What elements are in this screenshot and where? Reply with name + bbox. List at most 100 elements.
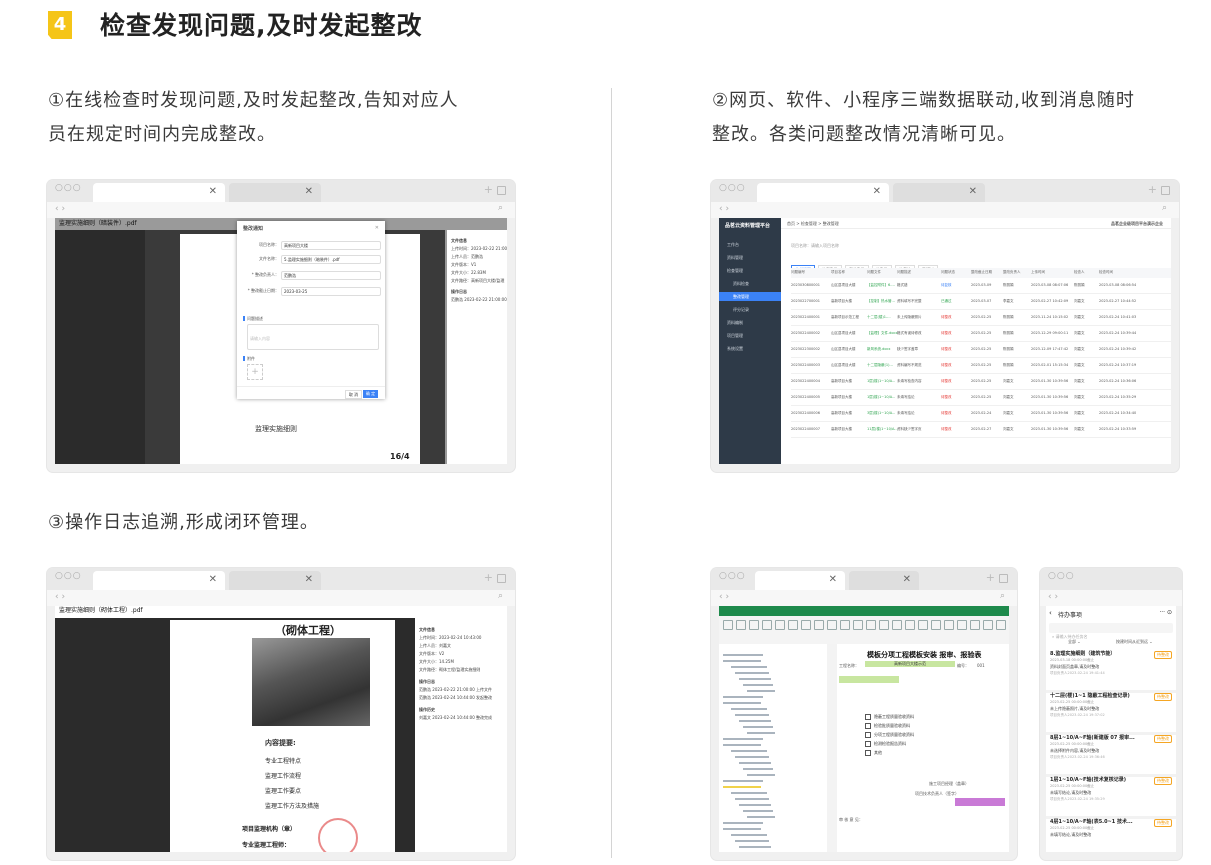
sidebar-item[interactable]: 资料管理 (719, 253, 781, 262)
tree-node[interactable] (723, 780, 763, 782)
tree-node[interactable] (735, 756, 769, 758)
sidebar-item[interactable]: 资料编制 (719, 318, 781, 327)
tree-node[interactable] (723, 696, 763, 698)
toolbar-icon[interactable] (944, 620, 954, 630)
sidebar-item[interactable]: 工作台 (719, 240, 781, 249)
checkbox-row[interactable]: 其他 (865, 750, 882, 756)
toolbar-icon[interactable] (749, 620, 759, 630)
field-input[interactable]: 5.监理实施细则（暗装件）.pdf (281, 255, 381, 264)
tree-node[interactable] (731, 750, 767, 752)
checkbox[interactable] (865, 741, 871, 747)
sidebar-item[interactable]: 检查管理 (719, 266, 781, 275)
window-controls-icon[interactable]: ○○○ (1048, 571, 1075, 581)
toolbar-icon[interactable] (827, 620, 837, 630)
tree-node[interactable] (743, 768, 773, 770)
tree-node[interactable] (747, 690, 775, 692)
tree-node[interactable] (739, 678, 771, 680)
window-restore-icon[interactable] (1161, 186, 1170, 195)
tree-node[interactable] (723, 786, 761, 788)
window-restore-icon[interactable] (999, 574, 1008, 583)
tree-node[interactable] (731, 834, 767, 836)
toolbar-icon[interactable] (866, 620, 876, 630)
checkbox[interactable] (865, 723, 871, 729)
back-forward-icon[interactable]: ‹ › (55, 204, 65, 214)
tree-node[interactable] (747, 816, 775, 818)
tree-node[interactable] (731, 666, 767, 668)
sidebar-item[interactable]: 项目管理 (719, 331, 781, 340)
table-cell[interactable]: 十二层(楼)1-... (867, 315, 891, 320)
close-icon[interactable]: ✕ (375, 225, 379, 231)
close-icon[interactable]: ✕ (873, 186, 881, 197)
filter-sort[interactable]: 按建时间从近到远 ⌄ (1116, 639, 1153, 645)
toolbar-icon[interactable] (879, 620, 889, 630)
window-restore-icon[interactable] (497, 186, 506, 195)
tree-node[interactable] (739, 804, 771, 806)
toolbar-icon[interactable] (931, 620, 941, 630)
window-controls-icon[interactable]: ○○○ (719, 183, 746, 193)
table-cell[interactable]: 11层(楼)1~10/A... (867, 427, 898, 432)
back-forward-icon[interactable]: ‹ › (55, 592, 65, 602)
table-row[interactable]: 2023022400006 高新项目大楼 3层(楼)1~10/A... 未填写结论 待整… (791, 406, 1171, 422)
close-icon[interactable]: ✕ (829, 574, 837, 585)
project-filter[interactable]: 项目名称：请输入项目名称 (791, 242, 839, 249)
sidebar-item[interactable]: 系统设置 (719, 344, 781, 353)
browser-tab[interactable]: ✕ (849, 571, 919, 590)
sidebar-item[interactable]: 整改管理 (719, 292, 781, 301)
table-row[interactable]: 2023022400002 山区县项目大楼 【监理】文件.docx 格式有误待修改 待整… (791, 326, 1171, 342)
tree-node[interactable] (731, 792, 767, 794)
back-forward-icon[interactable]: ‹ › (1048, 592, 1058, 602)
toolbar-icon[interactable] (723, 620, 733, 630)
tree-node[interactable] (743, 684, 773, 686)
window-restore-icon[interactable] (497, 574, 506, 583)
field-input[interactable]: 2023-03-25 (281, 287, 381, 296)
tree-node[interactable] (723, 654, 763, 656)
toolbar-icon[interactable] (736, 620, 746, 630)
toolbar-icon[interactable] (983, 620, 993, 630)
tree-node[interactable] (723, 702, 761, 704)
toolbar-icon[interactable] (970, 620, 980, 630)
table-row[interactable]: 2023022400005 高新项目大楼 1层(楼)1~10/A... 未填写结论 待整… (791, 390, 1171, 406)
toolbar-icon[interactable] (788, 620, 798, 630)
highlighted-cell[interactable] (839, 676, 899, 683)
table-cell[interactable]: 1层(楼)1~10/A... (867, 395, 895, 400)
table-row[interactable]: 2023022700001 高新项目大楼 【控制】热水管... 资料填写不完整 已通过 2… (791, 294, 1171, 310)
checkbox-row[interactable]: 隐蔽工程质量验收资料 (865, 714, 914, 720)
table-cell[interactable]: 【监理】文件.docx (867, 331, 897, 336)
field-input[interactable]: 高新项目大楼 (281, 241, 381, 250)
search-icon[interactable]: ⌕ (1000, 591, 1005, 601)
search-icon[interactable]: ⌕ (1162, 203, 1167, 213)
search-icon[interactable]: ⌕ (498, 203, 503, 213)
todo-item[interactable]: 8层1~10/A~F轴(新建版 07 报审... 待整改 2023-02-25 00… (1046, 732, 1176, 777)
table-row[interactable]: 2023022300002 山区县项目大楼 新风系统.docx 缺少签字盖章 待整改 20… (791, 342, 1171, 358)
todo-item[interactable]: 4层1~10/A~F轴(表5.0~1 技术... 待整改 2023-02-25 00… (1046, 816, 1176, 852)
checkbox[interactable] (865, 732, 871, 738)
toolbar-icon[interactable] (814, 620, 824, 630)
toolbar-icon[interactable] (853, 620, 863, 630)
tree-node[interactable] (731, 708, 767, 710)
tree-node[interactable] (735, 798, 769, 800)
project-value[interactable]: 高新项目大楼示范 (865, 661, 955, 667)
toolbar-icon[interactable] (957, 620, 967, 630)
toolbar-icon[interactable] (892, 620, 902, 630)
browser-tab[interactable]: ✕ (93, 571, 225, 590)
capsule-menu-icon[interactable]: ··· ⊙ (1159, 609, 1172, 616)
sidebar-item[interactable]: 评分记录 (719, 305, 781, 314)
browser-tab[interactable]: ✕ (755, 571, 845, 590)
new-tab-icon[interactable]: + (484, 183, 493, 196)
close-icon[interactable]: ✕ (305, 574, 313, 585)
tree-node[interactable] (739, 762, 771, 764)
tree-node[interactable] (743, 810, 773, 812)
review-date-cell[interactable] (955, 798, 1005, 806)
checkbox[interactable] (865, 714, 871, 720)
back-icon[interactable]: ‹ (1049, 609, 1052, 617)
back-forward-icon[interactable]: ‹ › (719, 592, 729, 602)
new-tab-icon[interactable]: + (1148, 183, 1157, 196)
table-cell[interactable]: 【控制】热水管... (867, 299, 895, 304)
browser-tab[interactable]: ✕ (93, 183, 225, 202)
new-tab-icon[interactable]: + (484, 571, 493, 584)
tree-node[interactable] (723, 744, 761, 746)
tree-node[interactable] (743, 726, 773, 728)
table-row[interactable]: 2023022400007 高新项目大楼 11层(楼)1~10/A... 资料缺少签字… (791, 422, 1171, 438)
table-cell[interactable]: 3层(楼)1~10/A... (867, 411, 895, 416)
tree-node[interactable] (747, 732, 775, 734)
